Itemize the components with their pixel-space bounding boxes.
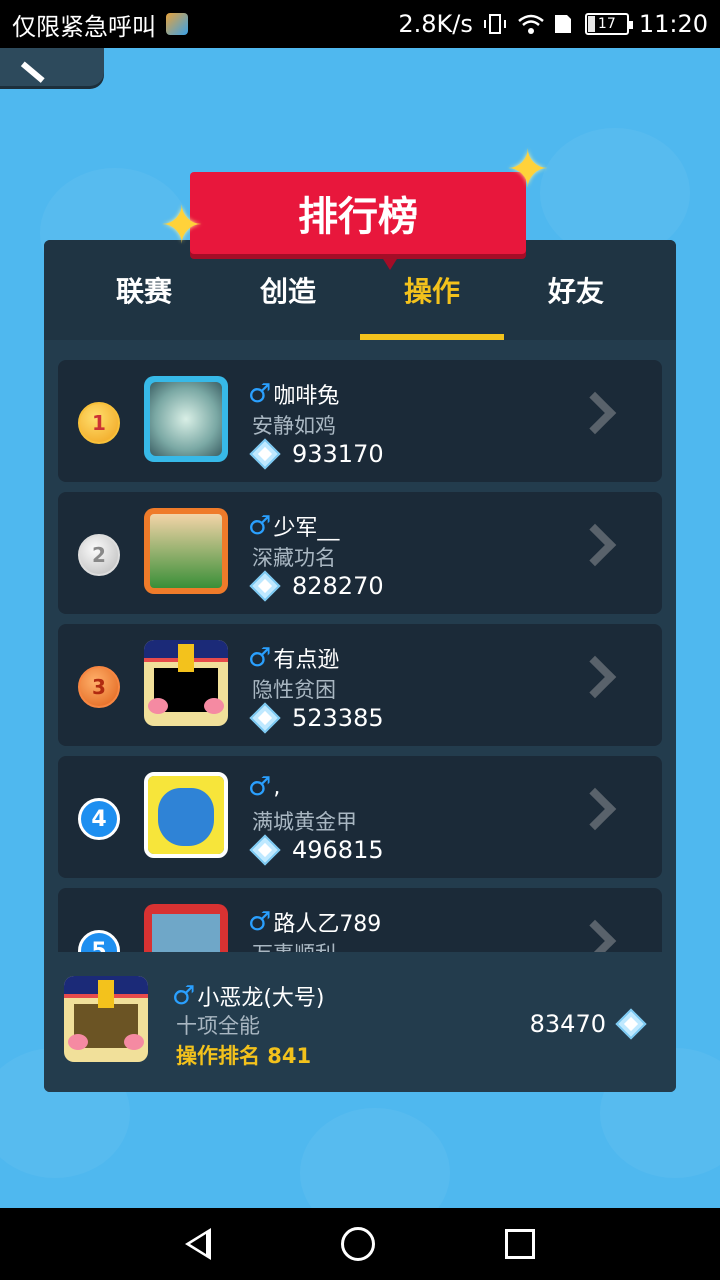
wifi-icon: [517, 13, 544, 35]
my-name: 小恶龙(大号): [197, 986, 325, 1011]
player-title: 满城黄金甲: [252, 810, 357, 834]
system-nav-bar: [0, 1208, 720, 1280]
player-name: ,: [273, 774, 281, 800]
male-icon: ♂: [248, 907, 272, 937]
list-item[interactable]: 2 ♂ 少军__ 深藏功名 828270: [58, 492, 662, 614]
clock: 11:20: [638, 10, 708, 38]
player-title: 隐性贫困: [252, 678, 336, 702]
avatar[interactable]: [144, 376, 228, 462]
chevron-right-icon[interactable]: [573, 523, 617, 567]
sim-icon: [551, 13, 575, 35]
app-notification-icon: [166, 13, 188, 35]
rank-badge: 2: [78, 534, 120, 576]
carrier-text: 仅限紧急呼叫: [12, 12, 156, 41]
avatar[interactable]: [144, 772, 228, 858]
back-arrow-icon: [20, 53, 52, 83]
my-rank-bar[interactable]: ♂ 小恶龙(大号) 十项全能 操作排名 841 83470: [44, 954, 676, 1092]
tab-friends[interactable]: 好友: [504, 240, 648, 340]
gem-icon: [252, 837, 278, 863]
chevron-right-icon[interactable]: [573, 391, 617, 435]
battery-level: 17: [597, 16, 616, 32]
status-bar: 仅限紧急呼叫 2.8K/s 17 11:20: [0, 0, 720, 48]
page-title: 排行榜: [190, 172, 526, 270]
tab-create[interactable]: 创造: [216, 240, 360, 340]
chevron-right-icon[interactable]: [573, 919, 617, 952]
player-title: 万事顺利: [252, 938, 336, 952]
list-item[interactable]: 1 ♂ 咖啡兔 安静如鸡 933170: [58, 360, 662, 482]
gem-icon: [252, 441, 278, 467]
list-item[interactable]: 4 ♂ , 满城黄金甲 496815: [58, 756, 662, 878]
back-button[interactable]: [0, 48, 104, 86]
player-title: 安静如鸡: [252, 414, 336, 438]
rank-badge: 5: [78, 930, 120, 952]
active-tab-indicator: [360, 334, 504, 340]
nav-back-icon[interactable]: [185, 1228, 211, 1260]
network-speed: 2.8K/s: [398, 10, 473, 38]
avatar[interactable]: [144, 904, 228, 952]
player-name: 路人乙789: [273, 912, 382, 937]
male-icon: ♂: [248, 379, 272, 409]
player-name: 少军__: [273, 516, 340, 541]
avatar[interactable]: [144, 508, 228, 594]
my-title: 十项全能: [176, 1014, 260, 1038]
chevron-right-icon[interactable]: [573, 787, 617, 831]
player-name: 咖啡兔: [273, 384, 340, 409]
gem-icon: [252, 705, 278, 731]
tab-bar: 联赛 创造 操作 好友: [44, 240, 676, 340]
leaderboard-panel: 联赛 创造 操作 好友 1 ♂ 咖啡兔 安静如鸡 933170 2 ♂ 少军__…: [44, 240, 676, 1092]
nav-recents-icon[interactable]: [505, 1229, 535, 1259]
battery-icon: 17: [584, 13, 633, 35]
star-icon: ✦: [160, 196, 204, 256]
vibrate-icon: [483, 13, 507, 35]
star-icon: ✦: [506, 140, 550, 200]
male-icon: ♂: [172, 981, 196, 1011]
gem-icon: [252, 573, 278, 599]
chevron-right-icon[interactable]: [573, 655, 617, 699]
player-title: 深藏功名: [252, 546, 336, 570]
player-score: 523385: [292, 704, 384, 732]
player-score: 828270: [292, 572, 384, 600]
male-icon: ♂: [248, 511, 272, 541]
rank-badge: 4: [78, 798, 120, 840]
player-score: 496815: [292, 836, 384, 864]
nav-home-icon[interactable]: [341, 1227, 375, 1261]
male-icon: ♂: [248, 643, 272, 673]
my-score: 83470: [529, 1010, 606, 1038]
rank-badge: 3: [78, 666, 120, 708]
ranking-list[interactable]: 1 ♂ 咖啡兔 安静如鸡 933170 2 ♂ 少军__ 深藏功名 828270…: [58, 360, 662, 952]
rank-badge: 1: [78, 402, 120, 444]
player-score: 933170: [292, 440, 384, 468]
list-item[interactable]: 3 ♂ 有点逊 隐性贫困 523385: [58, 624, 662, 746]
my-rank-text: 操作排名 841: [176, 1044, 312, 1068]
list-item[interactable]: 5 ♂ 路人乙789 万事顺利: [58, 888, 662, 952]
avatar[interactable]: [144, 640, 228, 726]
player-name: 有点逊: [273, 648, 340, 673]
my-avatar[interactable]: [64, 976, 148, 1062]
gem-icon: [618, 1011, 644, 1037]
male-icon: ♂: [248, 772, 272, 802]
